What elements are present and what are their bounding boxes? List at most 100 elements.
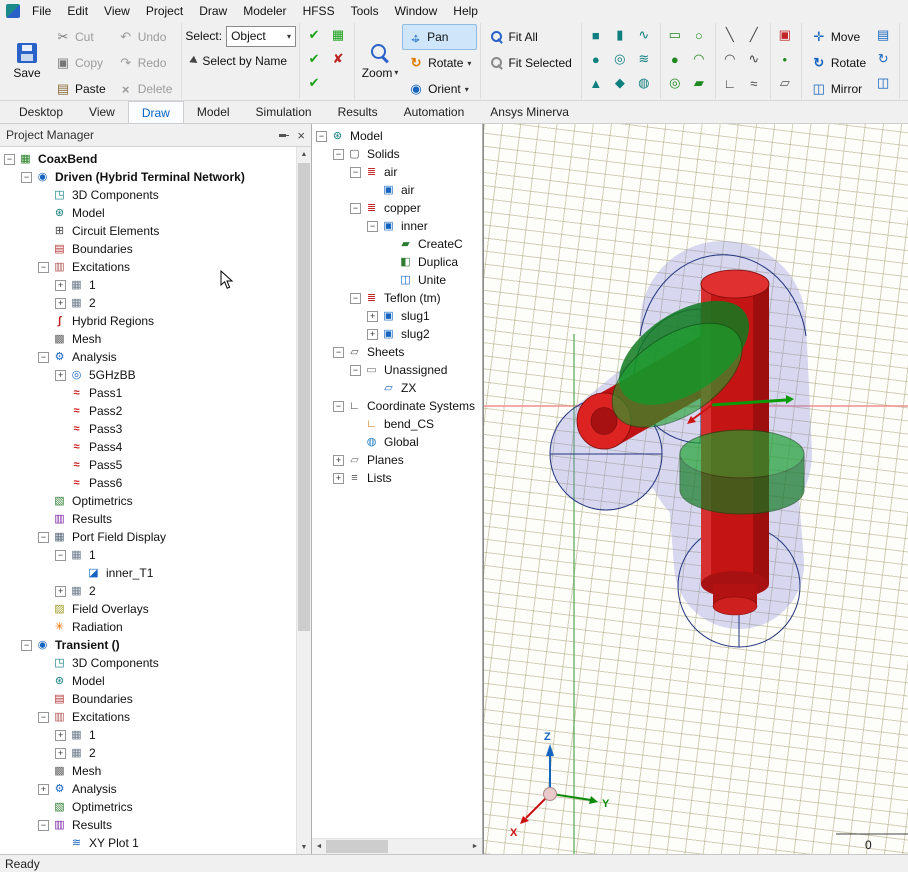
cylinder-icon[interactable]: [609, 24, 631, 46]
tree-item-label[interactable]: Unite: [416, 273, 448, 287]
tree-item-label[interactable]: Mesh: [70, 332, 103, 346]
show-check2-icon[interactable]: [303, 48, 325, 70]
tree-item-label[interactable]: Boundaries: [70, 692, 135, 706]
tab-view[interactable]: View: [76, 101, 128, 123]
cone-icon[interactable]: [585, 72, 607, 94]
menu-view[interactable]: View: [96, 1, 138, 21]
copy-button[interactable]: Copy: [49, 50, 112, 76]
tree-item-label[interactable]: Excitations: [70, 710, 132, 724]
tree-item-label[interactable]: Pass4: [87, 440, 124, 454]
tree-item-label[interactable]: ZX: [399, 381, 418, 395]
tree-item-label[interactable]: bend_CS: [382, 417, 436, 431]
expand-toggle[interactable]: −: [38, 712, 49, 723]
tree-item-label[interactable]: 2: [87, 746, 98, 760]
expand-toggle[interactable]: −: [316, 131, 327, 142]
tree-item-label[interactable]: Field Overlays: [70, 602, 151, 616]
duplicate-line-icon[interactable]: [872, 24, 894, 46]
expand-toggle[interactable]: −: [38, 532, 49, 543]
tab-model[interactable]: Model: [184, 101, 243, 123]
tree-item-label[interactable]: air: [382, 165, 399, 179]
fit-selected-button[interactable]: Fit Selected: [484, 50, 577, 76]
spline-icon[interactable]: [743, 48, 765, 70]
tree-item-label[interactable]: Optimetrics: [70, 494, 135, 508]
tree-item-label[interactable]: Results: [70, 512, 114, 526]
sphere-icon[interactable]: [585, 48, 607, 70]
tree-item-label[interactable]: Global: [382, 435, 421, 449]
fit-all-button[interactable]: Fit All: [484, 24, 577, 50]
expand-toggle[interactable]: +: [38, 784, 49, 795]
ring-icon[interactable]: [664, 72, 686, 94]
tree-item-label[interactable]: Model: [348, 129, 385, 143]
delete-button[interactable]: Delete: [112, 76, 179, 101]
tree-item-label[interactable]: Boundaries: [70, 242, 135, 256]
menu-draw[interactable]: Draw: [191, 1, 235, 21]
tree-item-label[interactable]: Model: [70, 674, 107, 688]
expand-toggle[interactable]: −: [333, 401, 344, 412]
tree-item-label[interactable]: Hybrid Regions: [70, 314, 156, 328]
duplicate-mirror-icon[interactable]: [872, 72, 894, 94]
arc-line-icon[interactable]: [719, 48, 741, 70]
tree-item-label[interactable]: Driven (Hybrid Terminal Network): [53, 170, 247, 184]
expand-toggle[interactable]: −: [350, 167, 361, 178]
expand-toggle[interactable]: +: [55, 280, 66, 291]
plane-icon[interactable]: [774, 72, 796, 94]
tab-ansys-minerva[interactable]: Ansys Minerva: [477, 101, 582, 123]
tree-item-label[interactable]: inner_T1: [104, 566, 155, 580]
bondwire-icon[interactable]: [633, 72, 655, 94]
tree-item-label[interactable]: Teflon (tm): [382, 291, 443, 305]
wave-icon[interactable]: [743, 72, 765, 94]
spiral-icon[interactable]: [633, 48, 655, 70]
expand-toggle[interactable]: −: [38, 820, 49, 831]
expand-toggle[interactable]: +: [367, 311, 378, 322]
rotate-transform-button[interactable]: Rotate: [805, 50, 872, 76]
paste-button[interactable]: Paste: [49, 76, 112, 101]
duplicate-axis-icon[interactable]: [872, 48, 894, 70]
expand-toggle[interactable]: +: [367, 329, 378, 340]
select-by-name-button[interactable]: Select by Name: [185, 48, 296, 74]
tree-item-label[interactable]: Duplica: [416, 255, 460, 269]
menu-modeler[interactable]: Modeler: [235, 1, 294, 21]
show-check-icon[interactable]: [303, 24, 325, 46]
expand-toggle[interactable]: +: [333, 473, 344, 484]
tree-item-label[interactable]: Pass2: [87, 404, 124, 418]
undo-button[interactable]: Undo: [112, 24, 179, 50]
scrollbar-track[interactable]: [326, 839, 468, 854]
expand-toggle[interactable]: +: [333, 455, 344, 466]
tab-results[interactable]: Results: [325, 101, 391, 123]
tree-item-label[interactable]: Unassigned: [382, 363, 449, 377]
tree-item-label[interactable]: Pass1: [87, 386, 124, 400]
pin-icon[interactable]: [278, 130, 289, 141]
move-button[interactable]: Move: [805, 24, 872, 50]
viewport-3d[interactable]: Z Y X 0: [483, 124, 908, 854]
model-object-slug2[interactable]: [680, 430, 804, 514]
tree-item-label[interactable]: Coordinate Systems: [365, 399, 477, 413]
tree-item-label[interactable]: 1: [87, 278, 98, 292]
zoom-button[interactable]: Zoom: [358, 24, 402, 98]
box-icon[interactable]: [585, 24, 607, 46]
tree-item-label[interactable]: 1: [87, 548, 98, 562]
tree-item-label[interactable]: 1: [87, 728, 98, 742]
scrollbar-thumb[interactable]: [298, 163, 310, 631]
region-icon[interactable]: [688, 72, 710, 94]
tree-item-label[interactable]: Pass5: [87, 458, 124, 472]
expand-toggle[interactable]: +: [55, 370, 66, 381]
tree-item-label[interactable]: 2: [87, 584, 98, 598]
tree-item-label[interactable]: Excitations: [70, 260, 132, 274]
tree-item-label[interactable]: Model: [70, 206, 107, 220]
save-button[interactable]: Save: [5, 24, 49, 98]
point-icon[interactable]: [774, 48, 796, 70]
arc-icon[interactable]: [688, 48, 710, 70]
tree-item-label[interactable]: CoaxBend: [36, 152, 99, 166]
tree-item-label[interactable]: Transient (): [53, 638, 122, 652]
tree-item-label[interactable]: Mesh: [70, 764, 103, 778]
expand-toggle[interactable]: −: [38, 262, 49, 273]
polyhedron-icon[interactable]: [609, 72, 631, 94]
tab-simulation[interactable]: Simulation: [243, 101, 325, 123]
expand-toggle[interactable]: +: [55, 586, 66, 597]
scrollbar-track[interactable]: [297, 161, 311, 840]
select-mode-dropdown[interactable]: Object: [226, 26, 296, 47]
tree-item-label[interactable]: CreateC: [416, 237, 465, 251]
tab-draw[interactable]: Draw: [128, 101, 184, 123]
helix-icon[interactable]: [633, 24, 655, 46]
tree-item-label[interactable]: Results: [70, 818, 114, 832]
